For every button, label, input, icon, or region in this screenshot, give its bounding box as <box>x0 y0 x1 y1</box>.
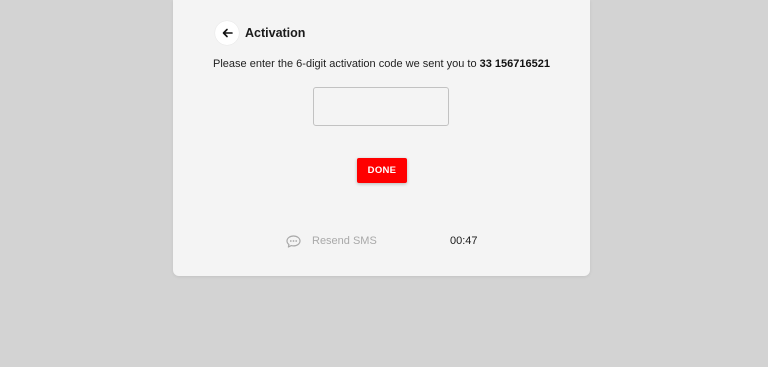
phone-number: 33 156716521 <box>479 58 550 70</box>
resend-timer: 00:47 <box>450 235 478 247</box>
resend-sms-button[interactable]: Resend SMS <box>286 234 377 248</box>
resend-sms-label: Resend SMS <box>312 235 377 247</box>
instruction-text: Please enter the 6-digit activation code… <box>173 58 590 70</box>
arrow-left-icon <box>222 28 233 38</box>
header: Activation <box>215 21 305 45</box>
back-button[interactable] <box>215 21 239 45</box>
activation-code-input[interactable] <box>313 87 449 126</box>
page-title: Activation <box>245 26 306 40</box>
done-button[interactable]: DONE <box>357 158 407 183</box>
chat-bubble-icon <box>286 234 302 248</box>
instruction-message: Please enter the 6-digit activation code… <box>213 58 480 70</box>
activation-card: Activation Please enter the 6-digit acti… <box>173 0 590 276</box>
